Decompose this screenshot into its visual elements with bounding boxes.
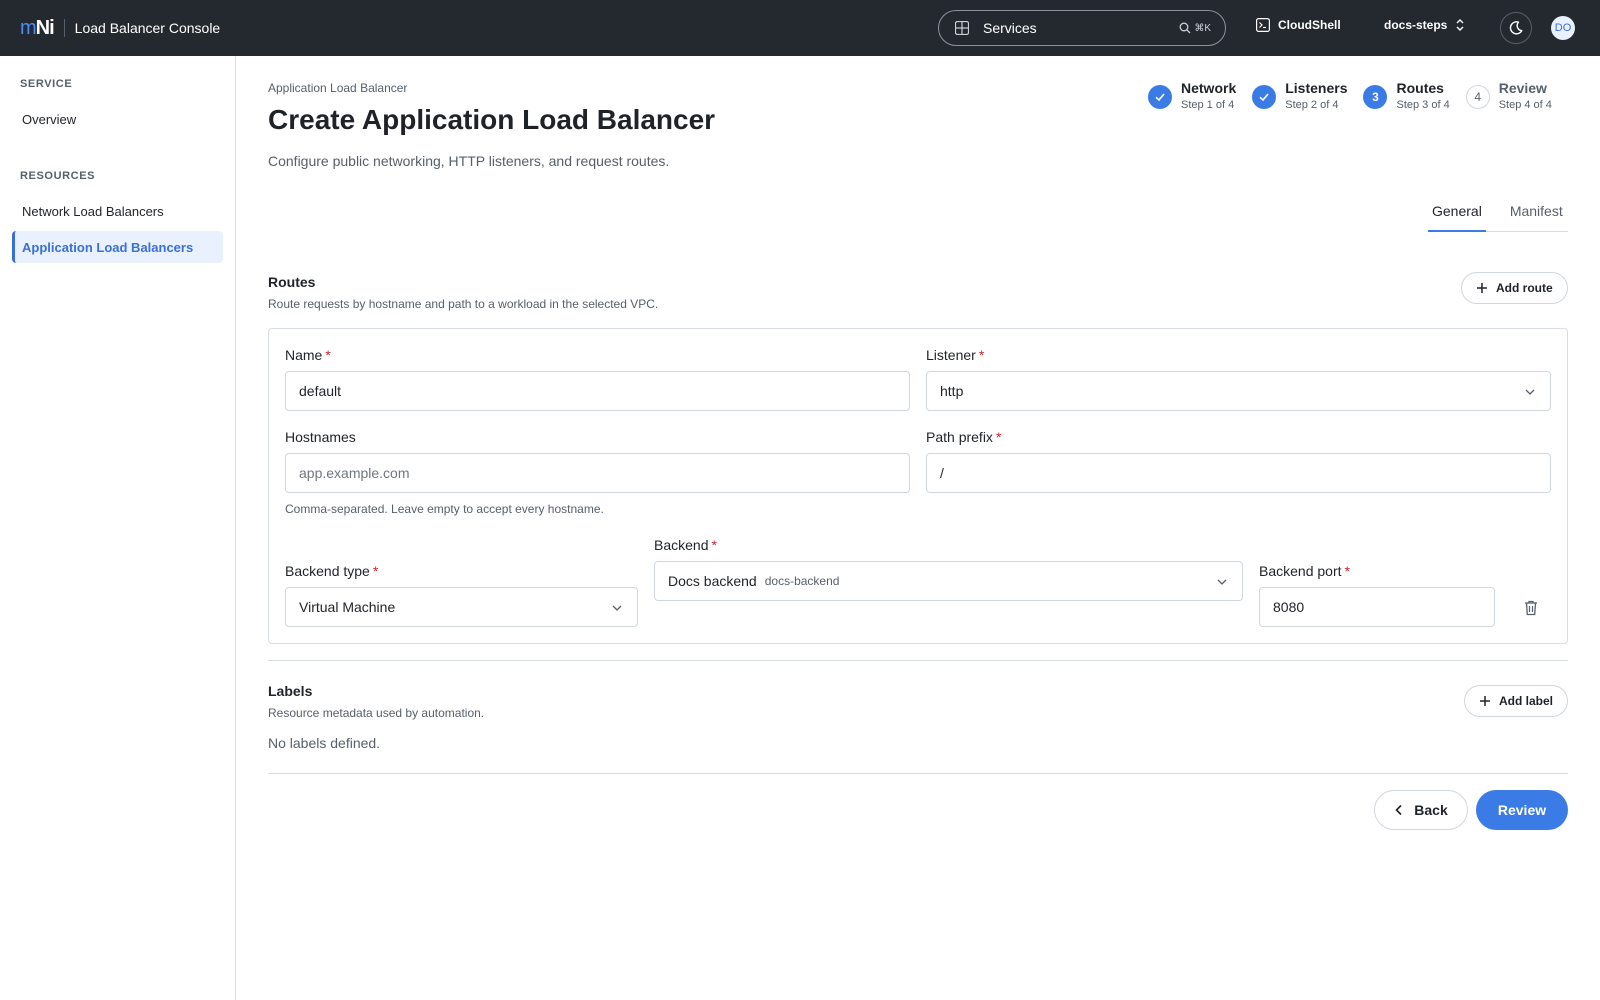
backend-port-input[interactable]: 8080: [1259, 587, 1495, 627]
name-input[interactable]: default: [285, 371, 910, 411]
step-sub: Step 2 of 4: [1285, 99, 1339, 111]
backend-select[interactable]: Docs backend docs-backend: [654, 561, 1243, 601]
step-sub: Step 4 of 4: [1498, 99, 1552, 111]
add-route-button[interactable]: Add route: [1461, 272, 1568, 304]
grid-icon: [955, 21, 969, 35]
check-icon: [1252, 85, 1277, 109]
plus-icon: [1480, 696, 1490, 706]
avatar[interactable]: DO: [1551, 16, 1575, 40]
trash-icon[interactable]: [1524, 600, 1538, 616]
add-route-label: Add route: [1496, 281, 1553, 295]
listener-label: Listener *: [926, 347, 985, 363]
top-bar: mNi Load Balancer Console Services ⌘K Cl…: [0, 0, 1600, 56]
terminal-icon: [1256, 18, 1270, 32]
step-number: 4: [1465, 85, 1490, 109]
tab-bar: General Manifest: [1428, 196, 1568, 232]
review-button[interactable]: Review: [1476, 790, 1568, 830]
tab-manifest[interactable]: Manifest: [1506, 196, 1567, 232]
backend-label: Backend *: [654, 537, 717, 553]
backend-type-select[interactable]: Virtual Machine: [285, 587, 638, 627]
services-search[interactable]: Services ⌘K: [938, 10, 1226, 46]
step-sub: Step 3 of 4: [1396, 99, 1450, 111]
chevron-down-icon: [1217, 579, 1227, 585]
search-icon: [1179, 22, 1191, 34]
step-listeners[interactable]: Listeners Step 2 of 4: [1252, 80, 1347, 111]
labels-description: Resource metadata used by automation.: [268, 706, 485, 720]
sidebar-section-resources: RESOURCES: [20, 170, 96, 182]
hostnames-input[interactable]: app.example.com: [285, 453, 910, 493]
path-prefix-input[interactable]: /: [926, 453, 1551, 493]
backend-sub-value: docs-backend: [764, 574, 840, 588]
step-sub: Step 1 of 4: [1181, 99, 1235, 111]
backend-type-value: Virtual Machine: [299, 599, 396, 615]
back-button[interactable]: Back: [1374, 790, 1468, 830]
backend-type-label: Backend type *: [285, 563, 379, 579]
sidebar: SERVICE Overview RESOURCES Network Load …: [0, 56, 236, 1000]
tab-general[interactable]: General: [1428, 196, 1486, 232]
cloudshell-label: CloudShell: [1278, 18, 1341, 32]
hostnames-hint: Comma-separated. Leave empty to accept e…: [285, 502, 604, 516]
name-label: Name *: [285, 347, 331, 363]
chevron-up-down-icon: [1456, 19, 1464, 31]
search-shortcut: ⌘K: [1194, 22, 1211, 34]
chevron-down-icon: [612, 605, 622, 611]
wizard-steps: Network Step 1 of 4 Listeners Step 2 of 4 …: [1148, 80, 1552, 111]
labels-empty-text: No labels defined.: [268, 735, 381, 751]
breadcrumb[interactable]: Application Load Balancer: [268, 81, 407, 95]
step-routes[interactable]: 3 Routes Step 3 of 4: [1363, 80, 1450, 111]
step-name: Listeners: [1285, 80, 1348, 96]
search-label: Services: [983, 20, 1037, 36]
logo: mNi: [20, 16, 55, 39]
plus-icon: [1477, 283, 1487, 293]
brand[interactable]: mNi Load Balancer Console: [20, 17, 220, 40]
chevron-down-icon: [1525, 389, 1535, 395]
routes-description: Route requests by hostname and path to a…: [268, 297, 659, 311]
step-review[interactable]: 4 Review Step 4 of 4: [1465, 80, 1552, 111]
backend-value: Docs backend: [668, 573, 757, 589]
check-icon: [1148, 85, 1172, 109]
step-number: 3: [1363, 85, 1388, 109]
step-network[interactable]: Network Step 1 of 4: [1148, 80, 1236, 111]
listener-select[interactable]: http: [926, 371, 1551, 411]
sidebar-item-overview[interactable]: Overview: [12, 103, 223, 135]
sidebar-section-service: SERVICE: [20, 78, 73, 90]
sidebar-item-application-load-balancers[interactable]: Application Load Balancers: [12, 231, 223, 263]
step-name: Routes: [1396, 80, 1444, 96]
brand-divider: [63, 19, 65, 37]
app-title: Load Balancer Console: [74, 20, 221, 36]
step-name: Review: [1498, 80, 1547, 96]
project-selector[interactable]: docs-steps: [1384, 18, 1465, 32]
back-label: Back: [1414, 802, 1448, 818]
listener-value: http: [940, 383, 964, 399]
chevron-left-icon: [1395, 804, 1402, 816]
project-label: docs-steps: [1384, 18, 1448, 32]
footer-divider: [268, 773, 1568, 774]
routes-title: Routes: [268, 274, 316, 290]
sidebar-item-network-load-balancers[interactable]: Network Load Balancers: [12, 195, 223, 227]
labels-title: Labels: [268, 683, 313, 699]
backend-port-label: Backend port *: [1259, 563, 1350, 579]
hostnames-label: Hostnames: [285, 429, 356, 445]
step-name: Network: [1181, 80, 1237, 96]
add-label-label: Add label: [1499, 694, 1554, 708]
page-title: Create Application Load Balancer: [268, 104, 716, 135]
path-prefix-label: Path prefix *: [926, 429, 1002, 445]
moon-icon: [1509, 21, 1523, 35]
page-subtitle: Configure public networking, HTTP listen…: [268, 153, 670, 169]
add-label-button[interactable]: Add label: [1464, 685, 1568, 717]
cloudshell-button[interactable]: CloudShell: [1256, 18, 1341, 32]
theme-toggle-button[interactable]: [1500, 12, 1532, 44]
section-divider: [268, 660, 1568, 661]
